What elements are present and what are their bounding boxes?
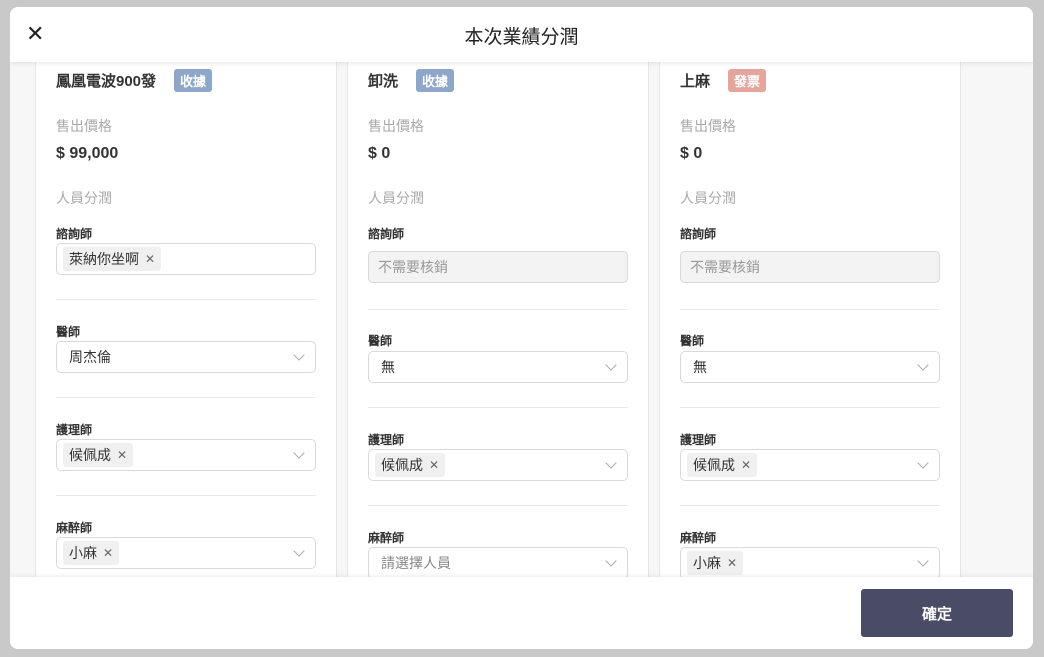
- remove-tag-icon[interactable]: ✕: [117, 448, 127, 462]
- selected-tag: 小麻 ✕: [63, 541, 120, 565]
- divider: [680, 309, 940, 310]
- nurse-label: 護理師: [368, 433, 405, 447]
- receipt-badge: 收據: [174, 68, 213, 92]
- remove-tag-icon[interactable]: ✕: [145, 252, 155, 266]
- consultant-field-disabled: 不需要核銷: [368, 251, 628, 283]
- nurse-select[interactable]: 候佩成 ✕: [680, 449, 940, 481]
- price-value: $ 99,000: [56, 145, 119, 162]
- consultant-label: 諮詢師: [680, 227, 717, 241]
- consultant-field-disabled: 不需要核銷: [680, 251, 940, 283]
- chevron-down-icon: [917, 359, 929, 371]
- split-label: 人員分潤: [680, 190, 736, 206]
- remove-tag-icon[interactable]: ✕: [103, 546, 113, 560]
- anesthetist-select[interactable]: 小麻 ✕: [56, 537, 316, 569]
- consultant-label: 諮詢師: [56, 227, 93, 241]
- chevron-down-icon: [605, 555, 617, 567]
- consultant-label: 諮詢師: [368, 227, 405, 241]
- selected-tag: 小麻 ✕: [687, 551, 744, 575]
- split-label: 人員分潤: [56, 190, 112, 206]
- nurse-label: 護理師: [680, 433, 717, 447]
- item-name: 鳳凰電波900發: [56, 72, 157, 90]
- remove-tag-icon[interactable]: ✕: [429, 458, 439, 472]
- doctor-select[interactable]: 周杰倫: [56, 341, 316, 373]
- confirm-button[interactable]: 確定: [861, 589, 1013, 637]
- chevron-down-icon: [917, 555, 929, 567]
- item-name: 上麻: [680, 72, 711, 90]
- selected-tag: 候佩成 ✕: [63, 443, 134, 467]
- doctor-label: 醫師: [368, 334, 393, 348]
- dialog-header: ✕ 本次業績分潤: [10, 7, 1033, 62]
- doctor-select[interactable]: 無: [680, 351, 940, 383]
- anesthetist-select[interactable]: 小麻 ✕: [680, 547, 940, 577]
- item-card: 上麻 發票 售出價格 $ 0 人員分潤 諮詢師 不需要核銷 醫師 無 護理師 候佩…: [659, 62, 961, 577]
- nurse-label: 護理師: [56, 423, 93, 437]
- divider: [56, 495, 316, 496]
- anesthetist-label: 麻醉師: [680, 531, 717, 545]
- price-label: 售出價格: [368, 118, 424, 134]
- dialog-title: 本次業績分潤: [464, 27, 579, 48]
- remove-tag-icon[interactable]: ✕: [727, 556, 737, 570]
- receipt-badge: 收據: [416, 68, 455, 92]
- selected-tag: 候佩成 ✕: [687, 453, 758, 477]
- item-card: 鳳凰電波900發 收據 售出價格 $ 99,000 人員分潤 諮詢師 萊納你坐啊 ✕…: [35, 62, 337, 577]
- chevron-down-icon: [293, 349, 305, 361]
- dialog-footer: 確定: [10, 577, 1033, 649]
- nurse-select[interactable]: 候佩成 ✕: [368, 449, 628, 481]
- doctor-label: 醫師: [56, 325, 81, 339]
- anesthetist-select[interactable]: 請選擇人員: [368, 547, 628, 577]
- price-label: 售出價格: [56, 118, 112, 134]
- price-label: 售出價格: [680, 118, 736, 134]
- chevron-down-icon: [293, 545, 305, 557]
- divider: [368, 309, 628, 310]
- price-value: $ 0: [368, 145, 391, 162]
- nurse-select[interactable]: 候佩成 ✕: [56, 439, 316, 471]
- item-card: 卸洗 收據 售出價格 $ 0 人員分潤 諮詢師 不需要核銷 醫師 無 護理師 候佩…: [347, 62, 649, 577]
- split-label: 人員分潤: [368, 190, 424, 206]
- chevron-down-icon: [605, 457, 617, 469]
- divider: [368, 505, 628, 506]
- selected-tag: 萊納你坐啊 ✕: [63, 247, 162, 271]
- remove-tag-icon[interactable]: ✕: [741, 458, 751, 472]
- item-name: 卸洗: [368, 72, 399, 90]
- invoice-badge: 發票: [728, 68, 767, 92]
- consultant-select[interactable]: 萊納你坐啊 ✕: [56, 243, 316, 275]
- divider: [56, 397, 316, 398]
- price-value: $ 0: [680, 145, 703, 162]
- anesthetist-label: 麻醉師: [368, 531, 405, 545]
- dialog-body[interactable]: 鳳凰電波900發 收據 售出價格 $ 99,000 人員分潤 諮詢師 萊納你坐啊 ✕…: [10, 62, 1033, 577]
- chevron-down-icon: [293, 447, 305, 459]
- divider: [680, 505, 940, 506]
- divider: [368, 407, 628, 408]
- profit-split-dialog: ✕ 本次業績分潤 鳳凰電波900發 收據 售出價格 $ 99,000 人員分潤 諮…: [10, 7, 1033, 649]
- chevron-down-icon: [917, 457, 929, 469]
- doctor-select[interactable]: 無: [368, 351, 628, 383]
- selected-tag: 候佩成 ✕: [375, 453, 446, 477]
- doctor-label: 醫師: [680, 334, 705, 348]
- anesthetist-label: 麻醉師: [56, 521, 93, 535]
- divider: [56, 299, 316, 300]
- chevron-down-icon: [605, 359, 617, 371]
- divider: [680, 407, 940, 408]
